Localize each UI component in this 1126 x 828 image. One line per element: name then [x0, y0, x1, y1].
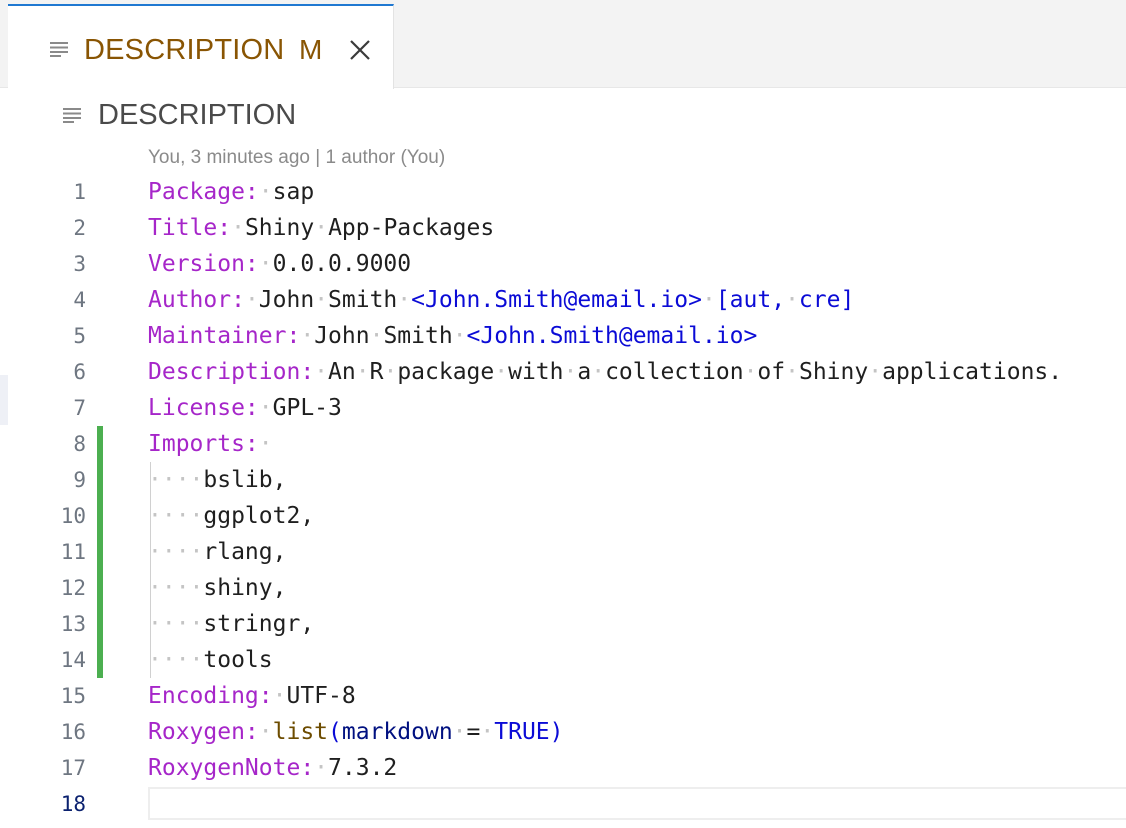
line-text: Maintainer:·John·Smith·<John.Smith@email…	[148, 323, 758, 349]
field-key: Author:	[148, 287, 245, 313]
line-number: 12	[60, 576, 86, 600]
line-number: 18	[60, 792, 86, 816]
code-line[interactable]: 2 Title:·Shiny·App-Packages	[0, 210, 1126, 246]
line-number: 13	[60, 612, 86, 636]
line-text: Package:·sap	[148, 179, 315, 205]
line-number: 6	[73, 360, 86, 384]
current-line-highlight	[148, 787, 1126, 820]
operator: =	[466, 719, 481, 745]
code-line-active[interactable]: 18	[0, 786, 1126, 822]
code-line[interactable]: 7 License:·GPL-3	[0, 390, 1126, 426]
code-line[interactable]: 17 RoxygenNote:·7.3.2	[0, 750, 1126, 786]
line-number: 9	[73, 468, 86, 492]
line-text: ····shiny,	[148, 575, 287, 601]
code-line[interactable]: 6 Description:·An·R·package·with·a·colle…	[0, 354, 1126, 390]
code-line[interactable]: 5 Maintainer:·John·Smith·<John.Smith@ema…	[0, 318, 1126, 354]
line-text: RoxygenNote:·7.3.2	[148, 755, 398, 781]
tab-label: DESCRIPTION	[84, 34, 285, 66]
blame-annotation[interactable]: You, 3 minutes ago | 1 author (You)	[148, 145, 445, 171]
field-value: UTF-8	[286, 683, 356, 709]
code-line[interactable]: 9 ····bslib,	[0, 462, 1126, 498]
tab-description[interactable]: DESCRIPTION M	[8, 4, 394, 89]
code-line[interactable]: 11 ····rlang,	[0, 534, 1126, 570]
line-number: 1	[73, 180, 86, 204]
line-number: 17	[60, 756, 86, 780]
field-key: Maintainer:	[148, 323, 301, 349]
code-line[interactable]: 3 Version:·0.0.0.9000	[0, 246, 1126, 282]
line-number: 15	[60, 684, 86, 708]
import-package: bslib,	[203, 467, 287, 493]
line-text: Imports:·	[148, 431, 273, 457]
code-line[interactable]: 14 ····tools	[0, 642, 1126, 678]
field-key: Imports:	[148, 431, 259, 457]
line-number: 2	[73, 216, 86, 240]
line-text: ····rlang,	[148, 539, 287, 565]
line-number: 11	[60, 540, 86, 564]
function-name: list	[272, 719, 329, 745]
line-text: Version:·0.0.0.9000	[148, 251, 412, 277]
field-key: Encoding:	[148, 683, 273, 709]
editor-window: DESCRIPTION M DESCRIPTION You, 3 minutes…	[0, 0, 1126, 828]
field-key: Title:	[148, 215, 232, 241]
field-value: John·Smith	[314, 323, 453, 349]
line-text: ····ggplot2,	[148, 503, 315, 529]
code-line[interactable]: 12 ····shiny,	[0, 570, 1126, 606]
field-value: GPL-3	[272, 395, 342, 421]
line-number: 3	[73, 252, 86, 276]
modified-badge: M	[299, 34, 323, 65]
code-line[interactable]: 10 ····ggplot2,	[0, 498, 1126, 534]
code-line[interactable]: 1 Package:·sap	[0, 174, 1126, 210]
line-number: 4	[73, 288, 86, 312]
line-number: 10	[60, 504, 86, 528]
line-text: Roxygen:·list(markdown·=·TRUE)	[148, 719, 564, 745]
field-key: Roxygen:	[148, 719, 259, 745]
import-package: rlang,	[203, 539, 287, 565]
line-text: Title:·Shiny·App-Packages	[148, 215, 495, 241]
line-text: Description:·An·R·package·with·a·collect…	[148, 359, 1063, 385]
code-line[interactable]: 16 Roxygen:·list(markdown·=·TRUE)	[0, 714, 1126, 750]
close-icon[interactable]	[347, 37, 373, 63]
line-text: ····tools	[148, 647, 273, 673]
line-text: ····stringr,	[148, 611, 315, 637]
code-line[interactable]: 8 Imports:·	[0, 426, 1126, 462]
line-number: 5	[73, 324, 86, 348]
email-link[interactable]: <John.Smith@email.io>	[411, 287, 702, 313]
tab-bar: DESCRIPTION M	[0, 0, 1126, 89]
literal-value: TRUE	[494, 719, 550, 745]
field-value: An·R·package·with·a·collection·of·Shiny·…	[328, 359, 1063, 385]
line-text: ····bslib,	[148, 467, 287, 493]
roles: [aut,·cre]	[715, 287, 855, 313]
line-number: 8	[73, 432, 86, 456]
field-value: John·Smith	[258, 287, 398, 313]
line-text: License:·GPL-3	[148, 395, 342, 421]
line-number: 7	[73, 396, 86, 420]
argument-name: markdown	[341, 719, 453, 745]
line-number: 14	[60, 648, 86, 672]
line-text: Author:·John·Smith·<John.Smith@email.io>…	[148, 287, 855, 313]
code-line[interactable]: 4 Author:·John·Smith·<John.Smith@email.i…	[0, 282, 1126, 318]
lines-icon	[63, 108, 81, 123]
import-package: ggplot2,	[203, 503, 315, 529]
code-line[interactable]: 15 Encoding:·UTF-8	[0, 678, 1126, 714]
field-key: License:	[148, 395, 259, 421]
field-key: Version:	[148, 251, 259, 277]
field-value: sap	[272, 179, 315, 205]
email-link[interactable]: <John.Smith@email.io>	[467, 323, 758, 349]
code-line[interactable]: 13 ····stringr,	[0, 606, 1126, 642]
field-value: 7.3.2	[328, 755, 398, 781]
breadcrumb-label: DESCRIPTION	[98, 99, 297, 131]
line-text: Encoding:·UTF-8	[148, 683, 356, 709]
field-key: Description:	[148, 359, 315, 385]
import-package: tools	[203, 647, 273, 673]
lines-icon	[50, 42, 68, 57]
field-key: Package:	[148, 179, 259, 205]
field-value: 0.0.0.9000	[272, 251, 412, 277]
field-value: Shiny·App-Packages	[244, 215, 495, 241]
field-key: RoxygenNote:	[148, 755, 315, 781]
import-package: stringr,	[203, 611, 315, 637]
import-package: shiny,	[203, 575, 287, 601]
line-number: 16	[60, 720, 86, 744]
